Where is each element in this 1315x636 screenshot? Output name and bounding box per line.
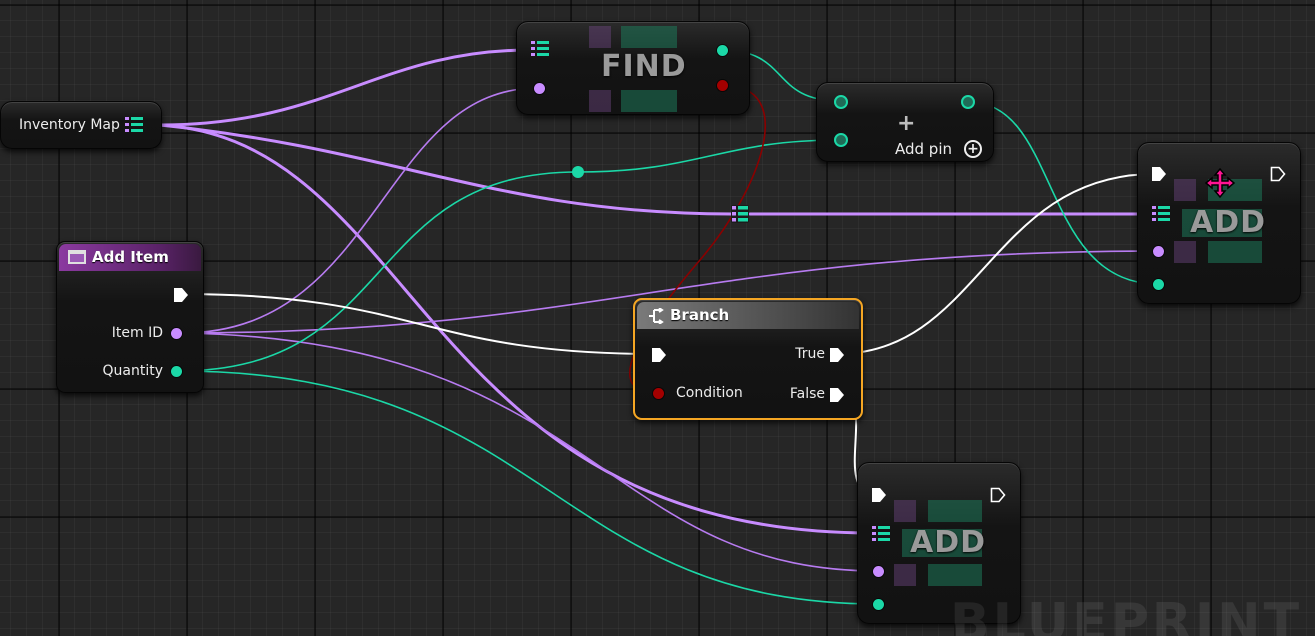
quantity-pin[interactable] [171, 366, 182, 377]
wire-exec-true-to-add-top [836, 173, 1156, 355]
item-id-label: Item ID [111, 325, 163, 341]
add-pin-in-a[interactable] [834, 95, 848, 109]
reroute-int-dot [572, 166, 584, 178]
add-top-map-pin[interactable] [1152, 205, 1172, 225]
branch-title: Branch [670, 306, 730, 324]
find-bool-out-pin[interactable] [717, 80, 728, 91]
move-cursor-icon [1204, 167, 1236, 199]
wire-inventory-to-reroute [158, 123, 734, 216]
branch-header: Branch [637, 302, 859, 329]
add-top-value-pin[interactable] [1153, 279, 1164, 290]
add-bottom-ghost-box-2 [894, 564, 916, 586]
map-add-node-top[interactable]: ADD [1137, 142, 1301, 304]
add-pin-node[interactable]: + Add pin + [816, 82, 994, 162]
branch-true-out-pin[interactable] [829, 347, 845, 363]
add-bottom-title: ADD [910, 525, 987, 560]
add-circle-icon[interactable]: + [964, 140, 982, 158]
add-item-header: Add Item [59, 244, 201, 271]
add-pin-out[interactable] [961, 95, 975, 109]
add-bottom-map-pin[interactable] [872, 525, 892, 545]
add-top-exec-out-pin[interactable] [1270, 166, 1286, 182]
add-bottom-ghost-teal-2 [928, 564, 982, 586]
find-ghost-box-2 [589, 90, 611, 112]
add-bottom-exec-in-pin[interactable] [871, 487, 887, 503]
add-pin-in-b[interactable] [834, 133, 848, 147]
add-item-event-node[interactable]: Add Item Item ID Quantity [56, 241, 204, 393]
blueprint-watermark: BLUEPRINT [950, 593, 1303, 636]
find-node[interactable]: FIND [516, 21, 750, 115]
find-ghost-teal-1 [621, 26, 677, 48]
event-node-icon [68, 250, 86, 264]
wire-exec-additem-to-branch [179, 293, 658, 355]
add-bottom-exec-out-pin[interactable] [990, 487, 1006, 503]
add-item-title: Add Item [92, 248, 169, 266]
map-grid-icon[interactable] [125, 116, 145, 136]
branch-condition-pin[interactable] [653, 388, 664, 399]
true-label: True [795, 346, 825, 362]
inventory-map-node[interactable]: Inventory Map [0, 101, 162, 149]
wire-itemid-to-find [181, 87, 539, 334]
add-top-ghost-box-1 [1174, 179, 1196, 201]
wire-reroute-to-addpin [577, 139, 841, 173]
add-top-ghost-teal-2 [1208, 241, 1262, 263]
branch-icon [649, 308, 664, 324]
add-top-title: ADD [1190, 205, 1267, 240]
add-top-exec-in-pin[interactable] [1151, 166, 1167, 182]
quantity-label: Quantity [102, 363, 164, 379]
plus-icon: + [897, 111, 916, 136]
item-id-pin[interactable] [171, 328, 182, 339]
add-bottom-key-pin[interactable] [873, 566, 884, 577]
find-title: FIND [601, 49, 687, 84]
branch-node[interactable]: Branch Condition True False [633, 298, 863, 420]
add-item-exec-out-pin[interactable] [173, 287, 189, 303]
find-ghost-teal-2 [621, 90, 677, 112]
inventory-map-label: Inventory Map [19, 117, 120, 133]
add-bottom-ghost-box-1 [894, 500, 916, 522]
branch-exec-in-pin[interactable] [651, 347, 667, 363]
find-map-in-pin[interactable] [531, 40, 551, 60]
false-label: False [789, 386, 825, 402]
wire-quantity-to-reroute [177, 171, 579, 372]
reroute-map-icon [731, 205, 749, 223]
add-pin-label[interactable]: Add pin [895, 140, 952, 158]
wire-inventory-to-find [158, 48, 532, 127]
branch-false-out-pin[interactable] [829, 387, 845, 403]
add-bottom-ghost-teal-1 [928, 500, 982, 522]
find-value-out-pin[interactable] [717, 45, 728, 56]
wire-addpin-to-add-top [968, 101, 1159, 285]
add-bottom-value-pin[interactable] [873, 599, 884, 610]
add-top-key-pin[interactable] [1153, 246, 1164, 257]
find-key-in-pin[interactable] [534, 83, 545, 94]
find-ghost-box-1 [589, 26, 611, 48]
condition-label: Condition [676, 385, 743, 401]
add-top-ghost-box-2 [1174, 241, 1196, 263]
